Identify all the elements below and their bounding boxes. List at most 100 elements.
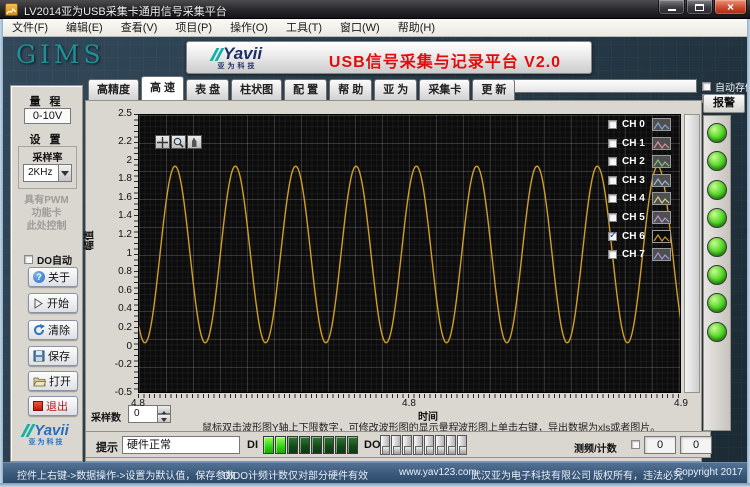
tab[interactable]: 配 置: [284, 79, 328, 100]
y-tick-label: 2.5: [118, 108, 132, 119]
tab[interactable]: 更 新: [472, 79, 516, 100]
bottom-io-bar: 提示 硬件正常 DI DO 测频/计数 0 0: [85, 431, 712, 458]
dropdown-arrow-button[interactable]: [58, 165, 71, 181]
status-website[interactable]: www.yav123.com: [399, 467, 477, 478]
tab[interactable]: 高精度: [88, 79, 139, 100]
status-bar: 控件上右键->数据操作->设置为默认值，保存参数 DIDO计频计数仅对部分硬件有…: [3, 462, 747, 483]
menu-item[interactable]: 帮助(H): [389, 19, 444, 37]
sidebar-logo: Yavii 亚为科技: [11, 422, 82, 447]
open-button[interactable]: 打开: [28, 371, 78, 391]
auto-save-label: 自动存储: [715, 83, 750, 94]
close-icon: ×: [726, 0, 734, 14]
header-banner: Yavii 亚为科技 USB信号采集与记录平台 V2.0: [186, 41, 592, 74]
graph-scrollbar[interactable]: [684, 114, 700, 393]
title-bar[interactable]: LV2014亚为USB采集卡通用信号采集平台 ×: [0, 0, 750, 19]
chart-panel: 幅值 时间 采样数 0 鼠标双击波形图Y轴上下限数字，可修改波形图的显示量程 波…: [85, 100, 702, 462]
channel-color-swatch[interactable]: [652, 155, 671, 169]
do-toggle-switch[interactable]: [435, 435, 445, 455]
alarm-led: [707, 293, 727, 314]
save-button[interactable]: 保存: [28, 346, 78, 366]
tab[interactable]: 采集卡: [419, 79, 471, 100]
channel-label: CH 5: [622, 212, 645, 223]
close-button[interactable]: ×: [714, 0, 747, 15]
menu-item[interactable]: 查看(V): [112, 19, 167, 37]
di-led: [323, 436, 334, 454]
samples-label: 采样数: [91, 413, 121, 424]
channel-color-swatch[interactable]: [652, 248, 671, 262]
cursor-tool-button[interactable]: [155, 135, 170, 149]
y-tick-label: 1.6: [118, 191, 132, 203]
menu-item[interactable]: 工具(T): [277, 19, 331, 37]
y-tick-label: 0.8: [118, 266, 132, 278]
spinner-up-icon[interactable]: [158, 405, 171, 415]
do-toggle-switch[interactable]: [446, 435, 456, 455]
waveform-plot[interactable]: [138, 114, 681, 393]
alarm-led: [707, 236, 727, 257]
minimize-button[interactable]: [658, 0, 685, 15]
y-tick-label: 0.4: [118, 303, 132, 315]
sample-rate-value: 2KHz: [28, 167, 53, 178]
channel-checkbox[interactable]: [608, 250, 617, 260]
channel-color-swatch[interactable]: [652, 229, 671, 243]
channel-checkbox[interactable]: [608, 138, 617, 148]
spinner-down-icon[interactable]: [158, 414, 171, 423]
range-label: 量 程: [29, 96, 64, 108]
tip-status-field: 硬件正常: [122, 436, 240, 454]
do-toggle-switch[interactable]: [380, 435, 390, 455]
do-auto-checkbox[interactable]: [24, 255, 33, 264]
do-toggle-switch[interactable]: [402, 435, 412, 455]
yavii-logo: Yavii 亚为科技: [209, 44, 262, 71]
pwm-note: 具有PWM 功能卡 此处控制: [24, 195, 69, 232]
channel-color-swatch[interactable]: [652, 118, 671, 131]
channel-checkbox[interactable]: [608, 213, 617, 222]
auto-save-row: 自动存储: [702, 79, 750, 94]
di-led: [275, 436, 286, 454]
sample-rate-dropdown[interactable]: 2KHz: [23, 164, 72, 182]
start-button[interactable]: 开始: [28, 293, 78, 313]
brand-gims: GIMS: [16, 40, 105, 69]
tab[interactable]: 亚 为: [374, 79, 418, 100]
tab[interactable]: 表 盘: [186, 79, 230, 100]
sample-rate-label: 采样率: [32, 153, 63, 164]
do-toggle-switch[interactable]: [391, 435, 401, 455]
channel-checkbox[interactable]: [608, 157, 617, 167]
tab[interactable]: 柱状图: [231, 79, 283, 100]
save-icon: [33, 350, 45, 362]
channel-color-swatch[interactable]: [652, 173, 671, 187]
tab[interactable]: 高 速: [141, 76, 185, 100]
di-led: [263, 436, 274, 454]
counter-checkbox[interactable]: [631, 440, 640, 449]
channel-color-swatch[interactable]: [652, 211, 671, 224]
channel-label: CH 4: [622, 193, 645, 205]
di-led: [299, 436, 310, 454]
menu-item[interactable]: 编辑(E): [57, 19, 112, 37]
channel-color-swatch[interactable]: [652, 136, 671, 150]
channel-color-swatch[interactable]: [652, 192, 671, 206]
do-toggle-switch[interactable]: [457, 435, 467, 455]
alarm-led: [707, 151, 727, 172]
clear-button[interactable]: 清除: [28, 320, 78, 340]
auto-save-checkbox[interactable]: [702, 82, 711, 91]
channel-checkbox[interactable]: [608, 120, 617, 129]
status-copyright: Copyright 2017: [675, 467, 743, 478]
menu-item[interactable]: 操作(O): [221, 19, 277, 37]
menu-item[interactable]: 窗口(W): [331, 19, 389, 37]
do-toggle-switch[interactable]: [424, 435, 434, 455]
menu-item[interactable]: 项目(P): [166, 19, 221, 37]
maximize-button[interactable]: [686, 0, 713, 15]
channel-checkbox[interactable]: [608, 194, 617, 204]
app-title: USB信号采集与记录平台 V2.0: [328, 54, 562, 71]
menu-item[interactable]: 文件(F): [3, 19, 57, 37]
zoom-tool-button[interactable]: [171, 135, 186, 149]
pan-tool-button[interactable]: [187, 135, 202, 149]
do-toggle-switch[interactable]: [413, 435, 423, 455]
about-button[interactable]: ? 关于: [28, 267, 78, 287]
storage-path-input[interactable]: [500, 79, 697, 93]
window-border-left: [0, 19, 3, 483]
channel-checkbox[interactable]: [608, 175, 617, 185]
range-value-display: 0-10V: [24, 108, 71, 124]
di-led: [335, 436, 346, 454]
exit-button[interactable]: 退出: [28, 396, 78, 416]
tab[interactable]: 帮 助: [329, 79, 373, 100]
channel-checkbox[interactable]: [608, 230, 617, 241]
